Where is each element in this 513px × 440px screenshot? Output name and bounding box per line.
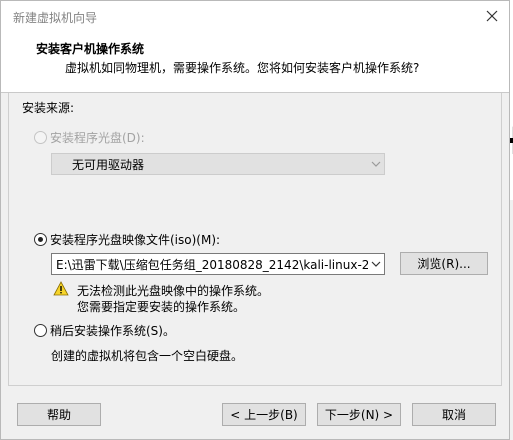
radio-install-iso[interactable]: 安装程序光盘映像文件(iso)(M): xyxy=(34,231,220,248)
radio-install-disc-label: 安装程序光盘(D): xyxy=(50,131,145,145)
radio-button-iso[interactable] xyxy=(34,233,47,246)
close-button[interactable] xyxy=(481,5,503,27)
warning-text-line2: 您需要指定要安装的操作系统。 xyxy=(77,300,246,314)
drive-select[interactable]: 无可用驱动器 xyxy=(51,153,385,175)
cancel-button[interactable]: 取消 xyxy=(412,403,496,426)
radio-install-iso-label: 安装程序光盘映像文件(iso)(M): xyxy=(50,233,221,247)
help-button[interactable]: 帮助 xyxy=(17,403,101,426)
radio-install-disc[interactable]: 安装程序光盘(D): xyxy=(34,129,145,146)
warning-icon xyxy=(53,281,69,296)
iso-path-combo[interactable]: E:\迅雷下载\压缩包任务组_20180828_2142\kali-linux-… xyxy=(51,253,385,275)
window-title: 新建虚拟机向导 xyxy=(13,11,98,25)
warning-text-line1: 无法检测此光盘映像中的操作系统。 xyxy=(77,284,270,298)
page-title: 安装客户机操作系统 xyxy=(36,42,145,56)
chevron-down-icon[interactable] xyxy=(368,254,384,274)
wizard-header: 安装客户机操作系统 虚拟机如同物理机，需要操作系统。您将如何安装客户机操作系统? xyxy=(1,31,509,93)
chevron-down-icon xyxy=(368,154,384,174)
install-source-group: 安装来源: 安装程序光盘(D): 无可用驱动器 安装程序光盘映像文件(iso)(… xyxy=(8,93,502,386)
radio-button-later[interactable] xyxy=(34,324,47,337)
install-later-description: 创建的虚拟机将包含一个空白硬盘。 xyxy=(51,349,244,363)
next-button[interactable]: 下一步(N) > xyxy=(317,403,401,426)
close-icon xyxy=(486,10,498,22)
title-bar: 新建虚拟机向导 xyxy=(1,1,509,31)
iso-path-input[interactable]: E:\迅雷下载\压缩包任务组_20180828_2142\kali-linux-… xyxy=(52,256,368,273)
radio-button-disc[interactable] xyxy=(34,131,47,144)
radio-install-later-label: 稍后安装操作系统(S)。 xyxy=(50,324,175,338)
install-source-label: 安装来源: xyxy=(22,101,75,115)
new-vm-wizard-dialog: 新建虚拟机向导 安装客户机操作系统 虚拟机如同物理机，需要操作系统。您将如何安装… xyxy=(0,0,510,440)
drive-select-value: 无可用驱动器 xyxy=(72,157,145,172)
browse-button[interactable]: 浏览(R)... xyxy=(400,252,488,275)
page-description: 虚拟机如同物理机，需要操作系统。您将如何安装客户机操作系统? xyxy=(65,61,420,75)
radio-install-later[interactable]: 稍后安装操作系统(S)。 xyxy=(34,322,175,339)
back-button[interactable]: < 上一步(B) xyxy=(222,403,306,426)
